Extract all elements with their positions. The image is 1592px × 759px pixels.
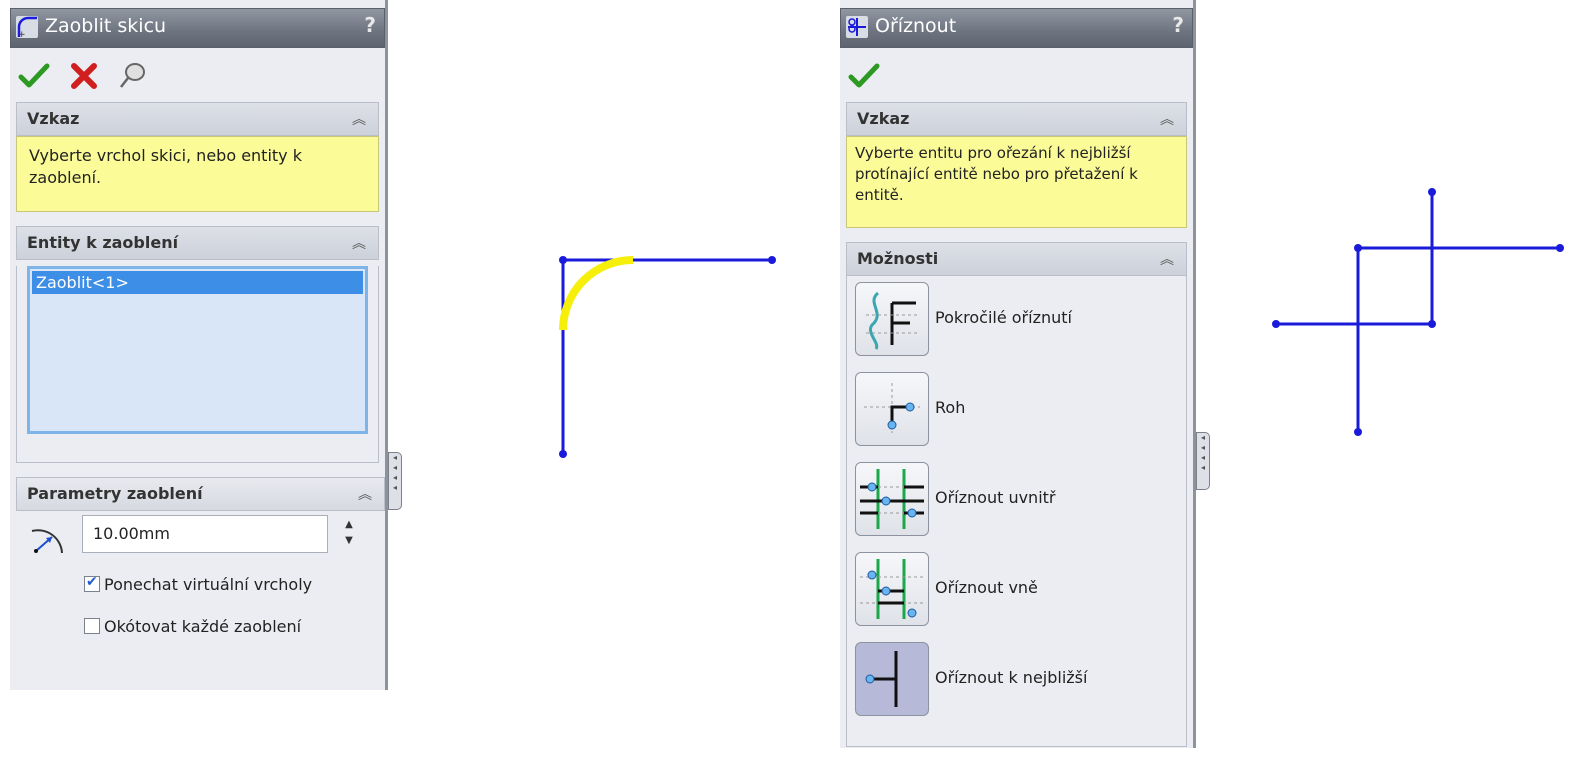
corner-icon [864,383,920,433]
entities-header: Entity k zaoblení [27,233,179,252]
sketch-fillet-icon: + [16,16,38,39]
list-item[interactable]: Zaoblit<1> [32,271,363,294]
checkbox-box[interactable]: ✔ [84,574,100,592]
collapse-icon[interactable]: ︽ [358,484,372,504]
panel-resize-handle[interactable]: ◂ ◂ ◂ ◂ [388,452,402,510]
cancel-x-icon[interactable] [68,60,100,92]
sketch-point[interactable] [1354,428,1362,436]
sketch-point[interactable] [1556,244,1564,252]
trim-outside-icon [860,559,924,619]
sketch-point[interactable] [559,256,567,264]
trim-closest-icon [865,651,898,707]
keep-virtual-checkbox[interactable]: ✔ Ponechat virtuální vrcholy [84,574,313,594]
trim-titlebar: Oříznout ? [840,8,1193,48]
sketch-point[interactable] [1428,188,1436,196]
fillet-sketch [559,256,776,458]
sketch-point[interactable] [1272,320,1280,328]
trim-sketch [1272,188,1564,436]
options-body: Pokročilé oříznutí Roh Oříznout uvnitř O… [846,276,1187,747]
svg-text:+: + [18,30,26,39]
dimension-each-checkbox[interactable]: Okótovat každé zaoblení [84,617,301,636]
ok-check-icon[interactable] [18,60,50,92]
message-section-header[interactable]: Vzkaz ︽ [16,102,379,136]
help-button[interactable]: ? [364,13,376,37]
sketch-point[interactable] [1428,320,1436,328]
panel-title: Oříznout [875,15,957,37]
fillet-property-manager: + Zaoblit skicu ? Vzkaz ︽ Vyberte vrchol… [10,0,388,690]
collapse-icon[interactable]: ︽ [1160,109,1174,129]
trim-toolbar [840,48,1193,102]
trim-tool-icon [846,16,868,38]
message-section-header[interactable]: Vzkaz ︽ [846,102,1187,136]
trim-property-manager: Oříznout ? Vzkaz ︽ Vyberte entitu pro oř… [840,0,1196,748]
entities-listbox[interactable]: Zaoblit<1> [27,266,368,434]
fillet-titlebar: + Zaoblit skicu ? [10,8,385,48]
corner-button[interactable] [855,372,929,446]
sketch-point[interactable] [768,256,776,264]
option-label: Oříznout vně [935,578,1038,597]
options-header: Možnosti [857,249,939,268]
fillet-arc-highlight[interactable] [559,256,634,331]
radius-icon [31,529,63,554]
option-label: Oříznout k nejbližší [935,668,1088,687]
collapse-icon[interactable]: ︽ [1160,249,1174,269]
message-header: Vzkaz [27,109,80,128]
sketch-point[interactable] [559,450,567,458]
checkmark-icon: ✔ [86,574,98,590]
params-header: Parametry zaoblení [27,484,203,503]
option-label: Roh [935,398,966,417]
radius-spinner[interactable]: ▲ ▼ [338,517,360,553]
power-trim-button[interactable] [855,282,929,356]
panel-title: Zaoblit skicu [45,15,167,37]
params-section-header[interactable]: Parametry zaoblení ︽ [16,477,385,511]
trim-closest-button[interactable] [855,642,929,716]
option-label: Oříznout uvnitř [935,488,1056,507]
trim-inside-icon [860,469,924,529]
option-label: Pokročilé oříznutí [935,308,1072,327]
entities-section-header[interactable]: Entity k zaoblení ︽ [16,226,379,260]
fillet-toolbar [10,48,385,102]
radius-input[interactable]: 10.00mm [82,515,328,553]
trim-outside-button[interactable] [855,552,929,626]
checkbox-label: Okótovat každé zaoblení [104,617,302,636]
panel-resize-handle[interactable]: ◂ ◂ ◂ ◂ [1196,432,1210,490]
pushpin-icon[interactable] [116,60,148,92]
help-button[interactable]: ? [1172,13,1184,37]
params-body: 10.00mm ▲ ▼ ✔ Ponechat virtuální vrcholy O… [10,511,385,666]
message-box: Vyberte entitu pro ořezání k nejbližší p… [846,136,1187,228]
trim-inside-button[interactable] [855,462,929,536]
message-header: Vzkaz [857,109,910,128]
power-trim-icon [866,291,920,350]
options-section-header[interactable]: Možnosti ︽ [846,242,1187,276]
collapse-icon[interactable]: ︽ [352,233,366,253]
checkbox-box[interactable] [84,618,100,634]
checkbox-label: Ponechat virtuální vrcholy [104,575,313,594]
message-box: Vyberte vrchol skici, nebo entity k zaob… [16,136,379,212]
sketch-point[interactable] [1354,244,1362,252]
ok-check-icon[interactable] [848,60,880,92]
collapse-icon[interactable]: ︽ [352,109,366,129]
